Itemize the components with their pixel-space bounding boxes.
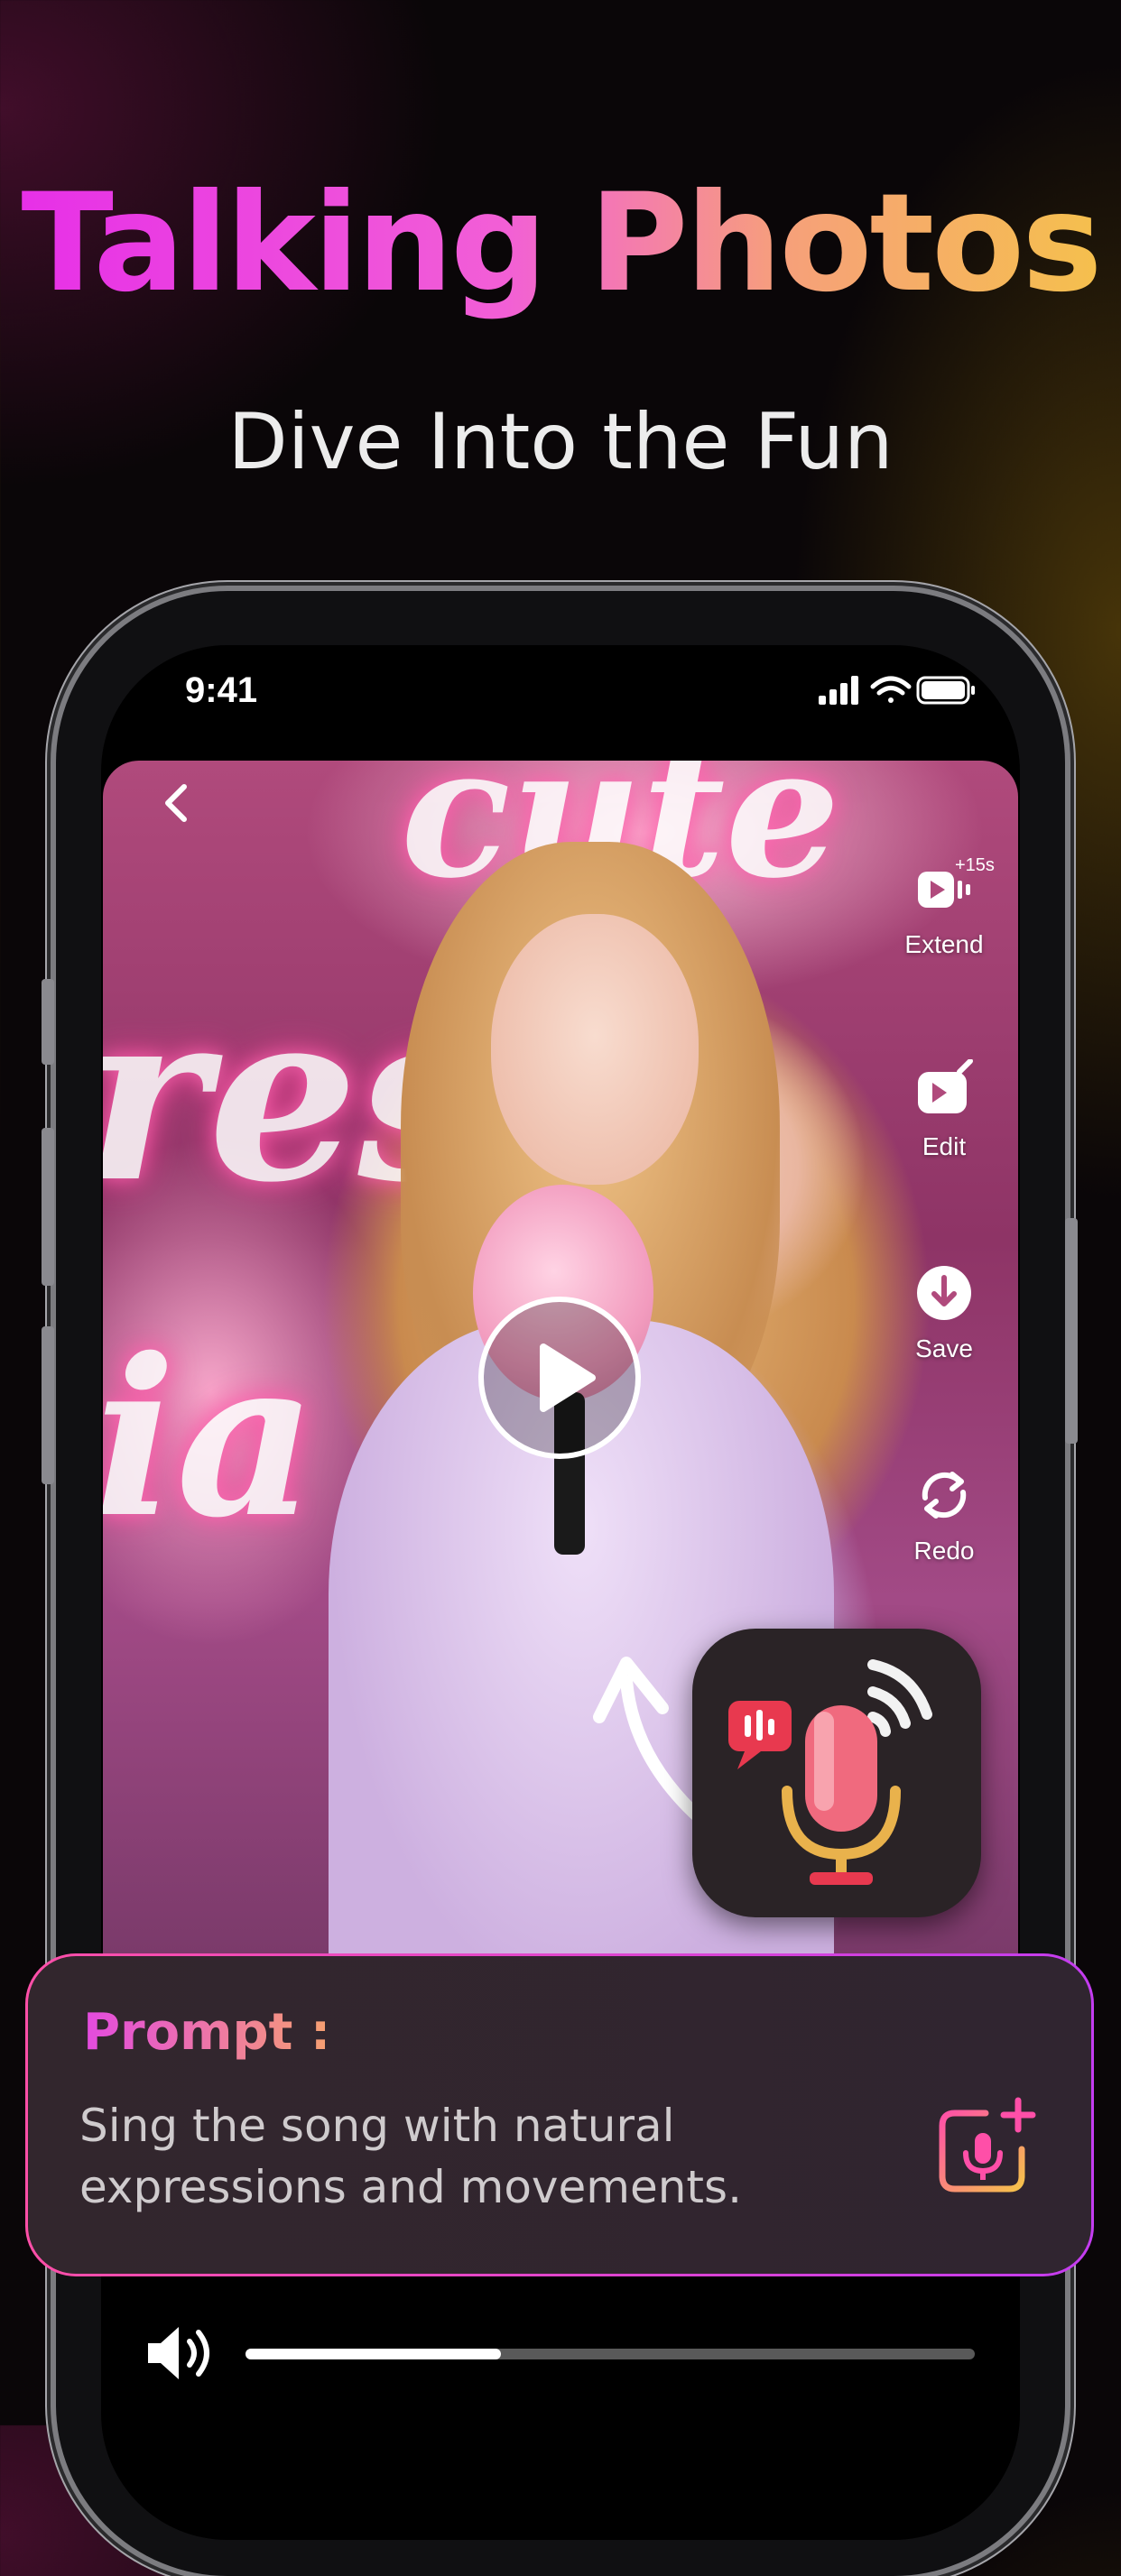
play-icon — [540, 1343, 596, 1412]
redo-button[interactable]: Redo — [881, 1463, 1007, 1565]
edit-icon — [918, 1058, 973, 1113]
neon-sign-text: ia — [103, 1311, 317, 1565]
promo-subtitle: Dive Into the Fun — [227, 397, 894, 487]
add-voice-icon[interactable] — [931, 2093, 1040, 2202]
redo-label: Redo — [913, 1537, 975, 1565]
phone-volume-down — [42, 1326, 54, 1484]
phone-power-button — [1065, 1218, 1078, 1444]
download-icon — [917, 1266, 971, 1320]
microphone-icon — [728, 1659, 932, 1885]
status-icons — [819, 676, 975, 705]
prompt-text[interactable]: Sing the song with natural expressions a… — [79, 2095, 910, 2218]
save-button[interactable]: Save — [881, 1261, 1007, 1363]
subject-face — [491, 914, 699, 1185]
sound-waves-icon — [867, 1659, 932, 1737]
promo-title: Talking Photos — [0, 167, 1121, 320]
extend-label: Extend — [904, 930, 984, 958]
save-label: Save — [915, 1334, 973, 1362]
redo-icon — [922, 1472, 967, 1519]
playback-progress-bar[interactable] — [246, 2349, 975, 2359]
volume-icon[interactable] — [144, 2323, 217, 2383]
edit-button[interactable]: Edit — [881, 1058, 1007, 1161]
back-chevron-icon[interactable] — [152, 776, 206, 830]
voice-feature-badge — [692, 1629, 981, 1917]
extend-button[interactable]: +15s Extend — [881, 855, 1007, 959]
phone-volume-up — [42, 1128, 54, 1286]
signal-icon — [819, 676, 858, 705]
edit-label: Edit — [922, 1132, 967, 1160]
wifi-icon — [870, 676, 912, 703]
phone-side-button — [42, 979, 54, 1065]
battery-icon — [916, 676, 975, 705]
play-button[interactable] — [478, 1297, 641, 1459]
playback-progress-fill — [246, 2349, 501, 2359]
prompt-label: Prompt : — [83, 2003, 331, 2062]
status-time: 9:41 — [185, 670, 258, 710]
extend-badge: +15s — [955, 855, 995, 875]
speech-bubble-icon — [728, 1701, 792, 1769]
